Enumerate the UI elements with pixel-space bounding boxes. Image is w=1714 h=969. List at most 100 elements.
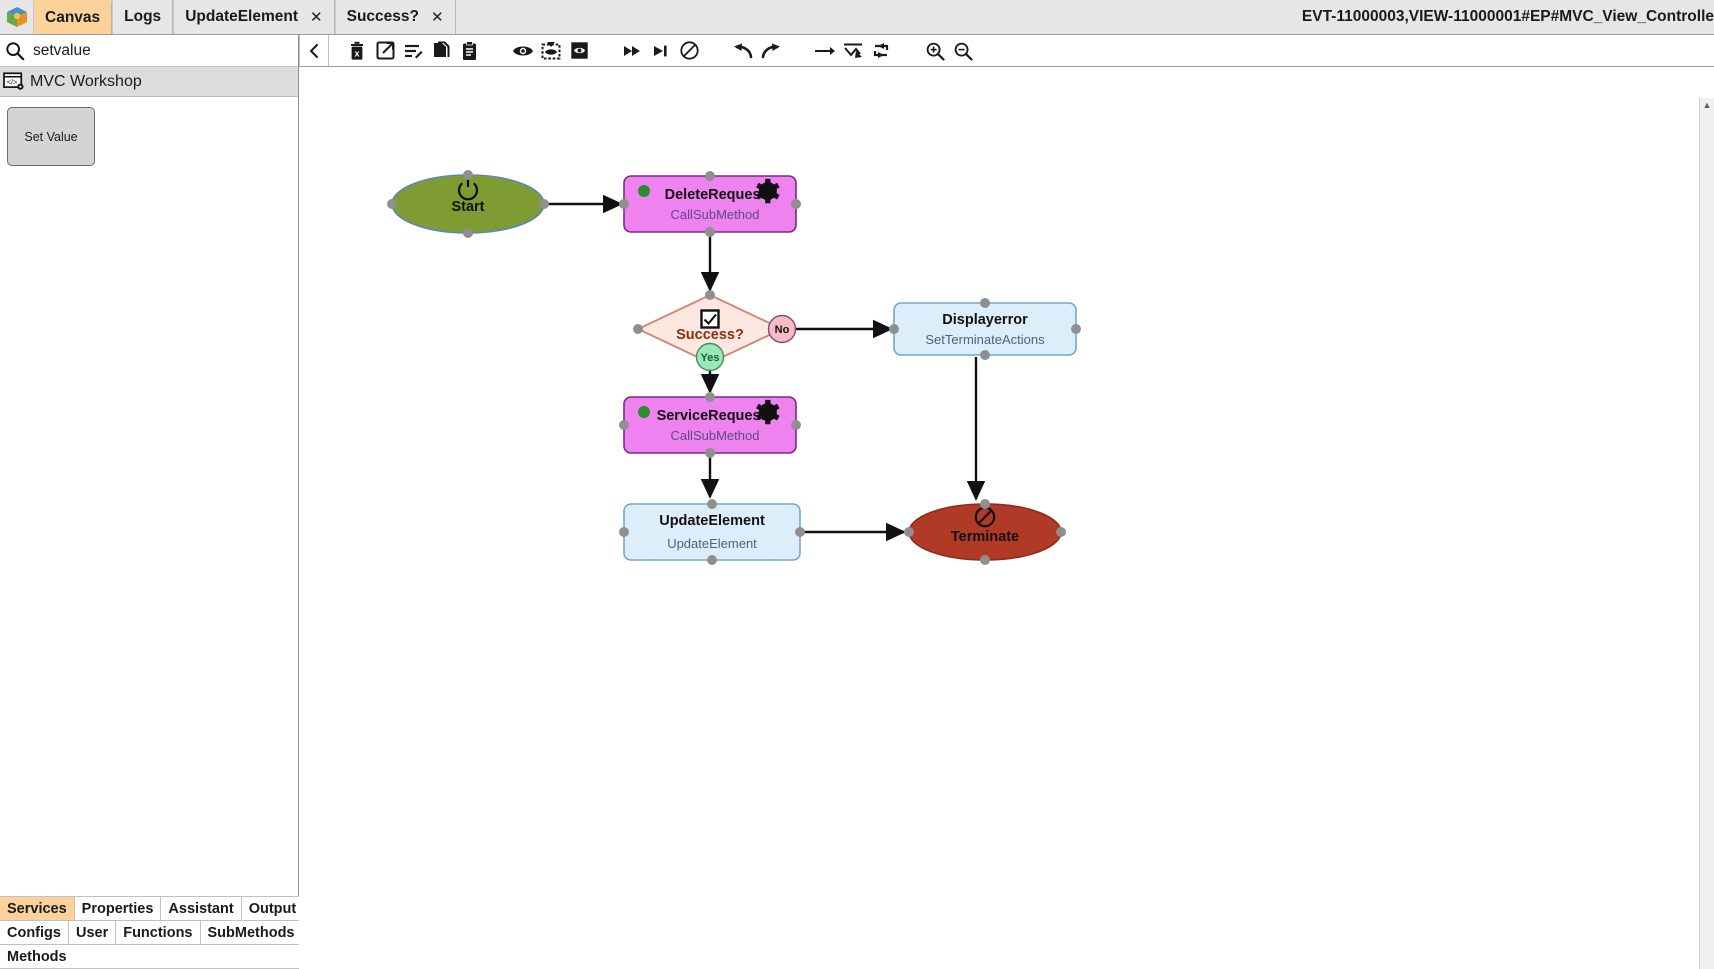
tab-logs[interactable]: Logs [112, 0, 174, 34]
port-bottom[interactable] [980, 350, 990, 360]
tab-services[interactable]: Services [0, 897, 75, 920]
tab-submethods-label: SubMethods [207, 924, 295, 941]
node-servicerequests[interactable]: ServiceRequests CallSubMethod [619, 392, 801, 458]
port-top[interactable] [707, 499, 717, 509]
tab-configs-label: Configs [7, 924, 61, 941]
sidebar-bottom-tabs: Services Properties Assistant Output Con… [0, 896, 305, 969]
undo-icon[interactable] [729, 37, 757, 65]
redo-icon[interactable] [757, 37, 785, 65]
stop-icon[interactable] [675, 37, 703, 65]
flowchart-canvas[interactable]: Start DeleteRequest CallSubMethod Succes… [299, 67, 1714, 969]
svg-text:x: x [354, 48, 359, 58]
node-deleterequest[interactable]: DeleteRequest CallSubMethod [619, 171, 801, 237]
node-terminate[interactable]: Terminate [904, 499, 1066, 565]
bottom-tab-row-1: Services Properties Assistant Output [0, 896, 305, 920]
tab-user[interactable]: User [68, 921, 117, 944]
canvas-area: x Start DeleteRequest CallSubMethod Succ… [299, 35, 1714, 969]
port-bottom[interactable] [705, 227, 715, 237]
edge-label-no[interactable]: No [767, 314, 797, 344]
node-servicerequests-title: ServiceRequests [657, 408, 774, 424]
copy-icon[interactable] [427, 37, 455, 65]
canvas-toolbar: x [299, 35, 1714, 67]
tab-methods[interactable]: Methods [0, 945, 74, 968]
port-left[interactable] [387, 199, 397, 209]
canvas-vertical-scrollbar[interactable]: ▲ ▼ [1699, 98, 1714, 969]
zoom-out-icon[interactable] [949, 37, 977, 65]
port-bottom[interactable] [707, 555, 717, 565]
service-card-list: Set Value [0, 97, 298, 166]
port-left[interactable] [904, 527, 914, 537]
edit-list-icon[interactable] [399, 37, 427, 65]
tab-canvas-label: Canvas [45, 9, 101, 26]
port-left[interactable] [619, 420, 629, 430]
debug-watch-icon[interactable] [537, 37, 565, 65]
collapse-panel-icon[interactable] [300, 37, 328, 65]
port-right[interactable] [1071, 324, 1081, 334]
zoom-in-icon[interactable] [921, 37, 949, 65]
search-input[interactable] [31, 40, 285, 61]
port-right[interactable] [791, 420, 801, 430]
paste-icon[interactable] [455, 37, 483, 65]
port-right[interactable] [795, 527, 805, 537]
search-row [0, 35, 298, 67]
inspect-icon[interactable] [565, 37, 593, 65]
port-bottom[interactable] [463, 228, 473, 238]
tab-canvas[interactable]: Canvas [33, 0, 113, 34]
search-icon[interactable] [4, 40, 26, 62]
node-updateelement-title: UpdateElement [659, 513, 765, 529]
open-external-icon[interactable] [371, 37, 399, 65]
tab-properties[interactable]: Properties [74, 897, 162, 920]
node-displayerror[interactable]: Displayerror SetTerminateActions [889, 298, 1081, 360]
tab-assistant[interactable]: Assistant [161, 897, 242, 920]
port-left[interactable] [889, 324, 899, 334]
top-tab-bar: Canvas Logs UpdateElement ✕ Success? ✕ E… [0, 0, 1714, 35]
port-bottom[interactable] [705, 448, 715, 458]
tab-success[interactable]: Success? ✕ [334, 0, 456, 34]
step-icon[interactable] [647, 37, 675, 65]
tab-functions[interactable]: Functions [116, 921, 201, 944]
straight-connector-icon[interactable] [811, 37, 839, 65]
port-left[interactable] [619, 527, 629, 537]
tab-configs[interactable]: Configs [0, 921, 69, 944]
close-icon[interactable]: ✕ [310, 8, 323, 26]
left-sidebar: </> MVC Workshop Set Value Services Prop… [0, 35, 305, 969]
port-top[interactable] [980, 499, 990, 509]
node-updateelement[interactable]: UpdateElement UpdateElement [619, 499, 805, 565]
tab-output-label: Output [248, 900, 297, 917]
tab-updateelement[interactable]: UpdateElement ✕ [173, 0, 335, 34]
node-deleterequest-title: DeleteRequest [665, 187, 766, 203]
port-bottom[interactable] [980, 555, 990, 565]
node-terminate-title: Terminate [951, 529, 1019, 545]
port-top[interactable] [463, 170, 473, 180]
loop-connector-icon[interactable] [867, 37, 895, 65]
node-displayerror-subtitle: SetTerminateActions [925, 332, 1045, 347]
toolbar-divider [328, 35, 329, 66]
run-icon[interactable] [619, 37, 647, 65]
delete-icon[interactable]: x [343, 37, 371, 65]
svg-text:</>: </> [7, 77, 17, 86]
scroll-up-arrow[interactable]: ▲ [1700, 98, 1714, 112]
tab-submethods[interactable]: SubMethods [200, 921, 303, 944]
edge-label-yes[interactable]: Yes [695, 342, 725, 372]
port-left[interactable] [633, 324, 643, 334]
tab-output[interactable]: Output [241, 897, 305, 920]
node-start[interactable]: Start [387, 170, 549, 238]
sidebar-item-mvc-workshop-label: MVC Workshop [30, 72, 142, 90]
service-card-set-value[interactable]: Set Value [7, 107, 95, 166]
view-icon[interactable] [509, 37, 537, 65]
port-right[interactable] [539, 199, 549, 209]
port-top[interactable] [705, 290, 715, 300]
code-window-icon: </> [3, 72, 24, 90]
port-right[interactable] [791, 199, 801, 209]
tab-functions-label: Functions [123, 924, 193, 941]
port-top[interactable] [980, 298, 990, 308]
sidebar-item-mvc-workshop[interactable]: </> MVC Workshop [0, 67, 298, 97]
port-top[interactable] [705, 171, 715, 181]
flowchart-svg: Start DeleteRequest CallSubMethod Succes… [387, 170, 1081, 565]
port-left[interactable] [619, 199, 629, 209]
close-icon[interactable]: ✕ [431, 8, 444, 26]
port-top[interactable] [705, 392, 715, 402]
port-right[interactable] [1056, 527, 1066, 537]
edge-label-no-text: No [775, 324, 790, 336]
angled-connector-icon[interactable] [839, 37, 867, 65]
